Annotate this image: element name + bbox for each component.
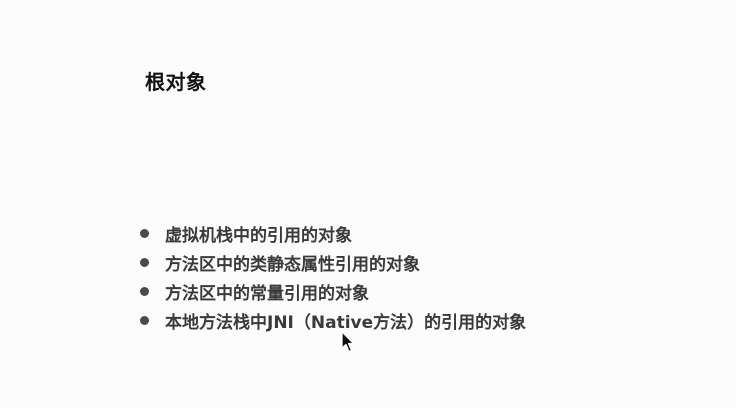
list-item: 方法区中的类静态属性引用的对象 [140, 248, 526, 277]
bullet-list: 虚拟机栈中的引用的对象 方法区中的类静态属性引用的对象 方法区中的常量引用的对象… [140, 219, 526, 335]
bullet-dot-icon [140, 258, 149, 267]
presentation-slide: 根对象 虚拟机栈中的引用的对象 方法区中的类静态属性引用的对象 方法区中的常量引… [0, 0, 736, 408]
bullet-text: 本地方法栈中JNI（Native方法）的引用的对象 [165, 313, 527, 333]
bullet-text: 方法区中的类静态属性引用的对象 [165, 255, 420, 275]
bullet-text: 方法区中的常量引用的对象 [165, 284, 369, 304]
bullet-dot-icon [140, 316, 149, 325]
list-item: 虚拟机栈中的引用的对象 [140, 219, 526, 248]
list-item: 本地方法栈中JNI（Native方法）的引用的对象 [140, 306, 526, 335]
mouse-pointer-icon [341, 331, 355, 353]
list-item: 方法区中的常量引用的对象 [140, 277, 526, 306]
bullet-dot-icon [140, 229, 149, 238]
bullet-dot-icon [140, 287, 149, 296]
bullet-text: 虚拟机栈中的引用的对象 [165, 226, 352, 246]
slide-title: 根对象 [145, 70, 207, 94]
